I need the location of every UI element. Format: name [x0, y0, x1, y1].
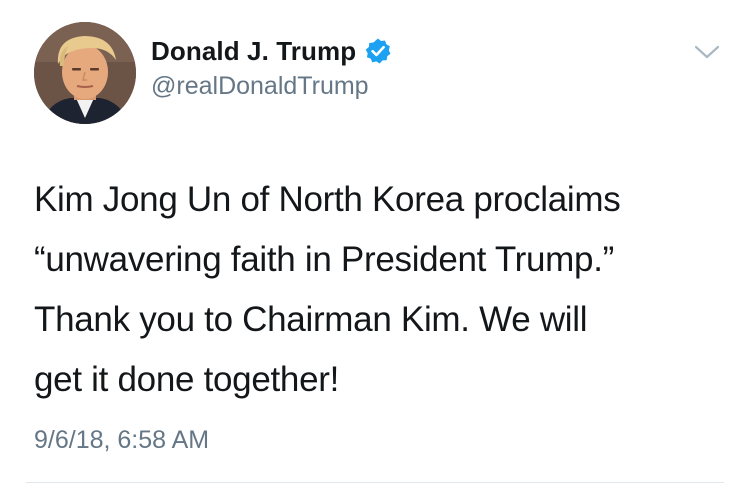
tweet-timestamp[interactable]: 9/6/18, 6:58 AM — [34, 426, 209, 455]
tweet-text-line: get it done together! — [34, 360, 340, 399]
author-handle[interactable]: @realDonaldTrump — [151, 72, 369, 101]
author-name-row[interactable]: Donald J. Trump — [151, 34, 392, 68]
tweet-card: Donald J. Trump @realDonaldTrump Kim Jon… — [0, 0, 750, 490]
tweet-text-line: Thank you to Chairman Kim. We will — [34, 300, 588, 339]
verified-badge-icon — [364, 37, 392, 65]
tweet-text-line: Kim Jong Un of North Korea proclaims — [34, 180, 621, 219]
tweet-text: Kim Jong Un of North Korea proclaims “un… — [34, 170, 734, 410]
tweet-text-line: “unwavering faith in President Trump.” — [34, 240, 614, 279]
divider — [26, 482, 724, 483]
chevron-down-icon[interactable] — [692, 42, 722, 62]
display-name[interactable]: Donald J. Trump — [151, 36, 356, 67]
avatar-image — [34, 22, 136, 124]
avatar[interactable] — [34, 22, 136, 124]
